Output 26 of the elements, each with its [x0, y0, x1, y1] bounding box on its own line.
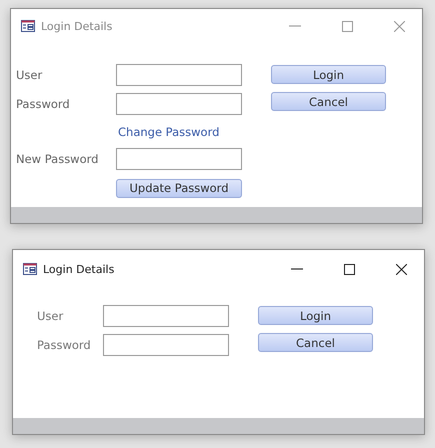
window-title: Login Details [41, 20, 114, 32]
update-password-button[interactable]: Update Password [116, 178, 242, 198]
login-button[interactable]: Login [271, 65, 386, 84]
input-field[interactable] [116, 93, 242, 115]
change-password-link[interactable]: Change Password [116, 122, 242, 141]
close-icon [396, 264, 406, 274]
cancel-button[interactable]: Cancel [271, 92, 386, 111]
minimize-icon [291, 268, 303, 270]
cancel-button[interactable]: Cancel [258, 333, 373, 352]
field-label: Password [16, 97, 71, 111]
form-icon [23, 263, 37, 275]
input-field[interactable] [116, 148, 242, 170]
input-field[interactable] [103, 334, 229, 356]
window-title: Login Details [43, 262, 116, 276]
field-label: New Password [16, 152, 100, 166]
input-field[interactable] [116, 64, 242, 86]
field-label: User [16, 68, 44, 82]
field-label: Password [37, 338, 92, 352]
minimize-icon [289, 25, 301, 27]
maximize-icon [344, 264, 354, 274]
close-icon [394, 20, 404, 32]
login-button[interactable]: Login [258, 306, 373, 325]
input-field[interactable] [103, 305, 229, 327]
maximize-icon [342, 20, 352, 32]
form-icon [21, 20, 35, 32]
field-label: User [37, 309, 64, 323]
